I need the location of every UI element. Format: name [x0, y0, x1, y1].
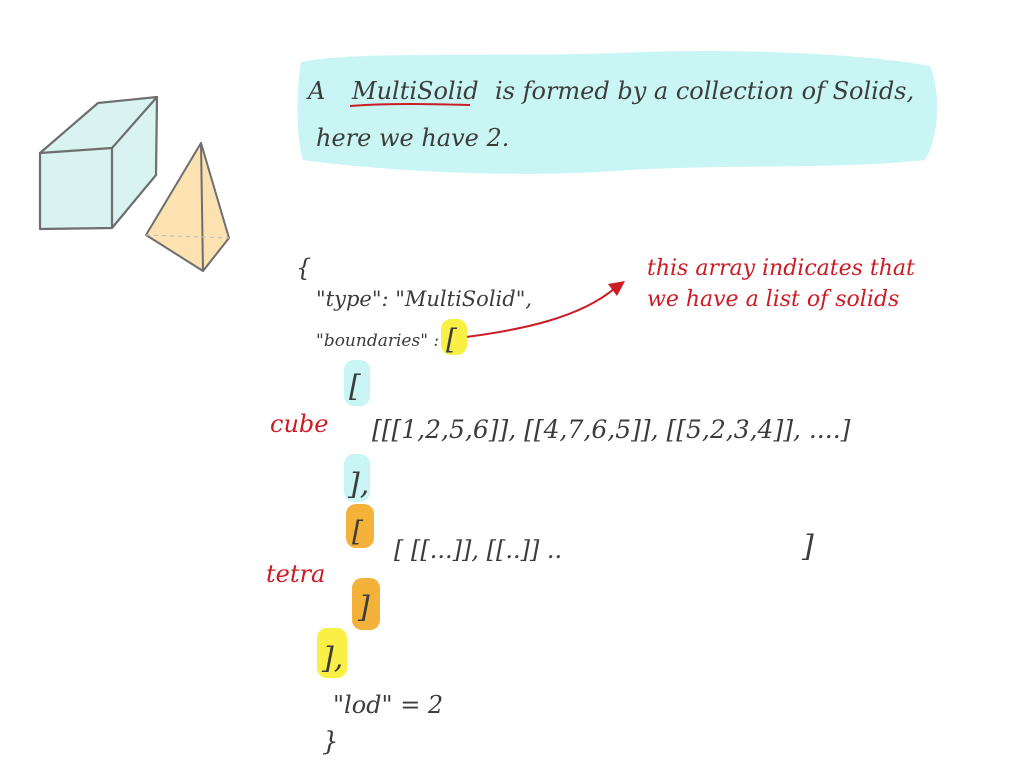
cube-close-bracket: ], [347, 467, 369, 502]
lod-line: "lod" = 2 [333, 691, 443, 719]
note-prefix: A [306, 77, 325, 105]
close-brace: } [322, 727, 339, 757]
annotation-line2: we have a list of solids [647, 287, 899, 312]
tetra-open-bracket: [ [352, 515, 364, 548]
cube-open-bracket: [ [349, 369, 361, 404]
json-sketch: { "type": "MultiSolid", "boundaries" : [… [296, 254, 851, 757]
note-line2: here we have 2. [316, 124, 509, 152]
note-rest: is formed by a collection of Solids, [495, 77, 914, 105]
tetra-content: [ [[...]], [[..]] .. [394, 536, 562, 564]
outer-open-bracket: [ [446, 323, 458, 356]
note-box: A MultiSolid is formed by a collection o… [297, 50, 938, 174]
whiteboard-canvas: A MultiSolid is formed by a collection o… [38, 50, 938, 757]
annotation-line1: this array indicates that [647, 256, 915, 281]
tetra-label: tetra [266, 560, 325, 588]
highlights [317, 319, 467, 678]
boundaries-key: "boundaries" : [316, 331, 439, 351]
note-term: MultiSolid [351, 77, 479, 105]
type-line: "type": "MultiSolid", [316, 287, 532, 311]
tetra-close-bracket: ] [357, 590, 370, 625]
outer-close-bracket: ], [321, 641, 343, 676]
cube-drawing [38, 95, 159, 231]
tetra-inner-close-bracket: ] [801, 529, 814, 564]
pyramid-drawing [145, 142, 230, 272]
annotation: this array indicates that we have a list… [647, 256, 915, 312]
open-brace: { [296, 254, 311, 282]
cube-label: cube [270, 410, 328, 438]
cube-content: [[[1,2,5,6]], [[4,7,6,5]], [[5,2,3,4]], … [372, 415, 851, 444]
